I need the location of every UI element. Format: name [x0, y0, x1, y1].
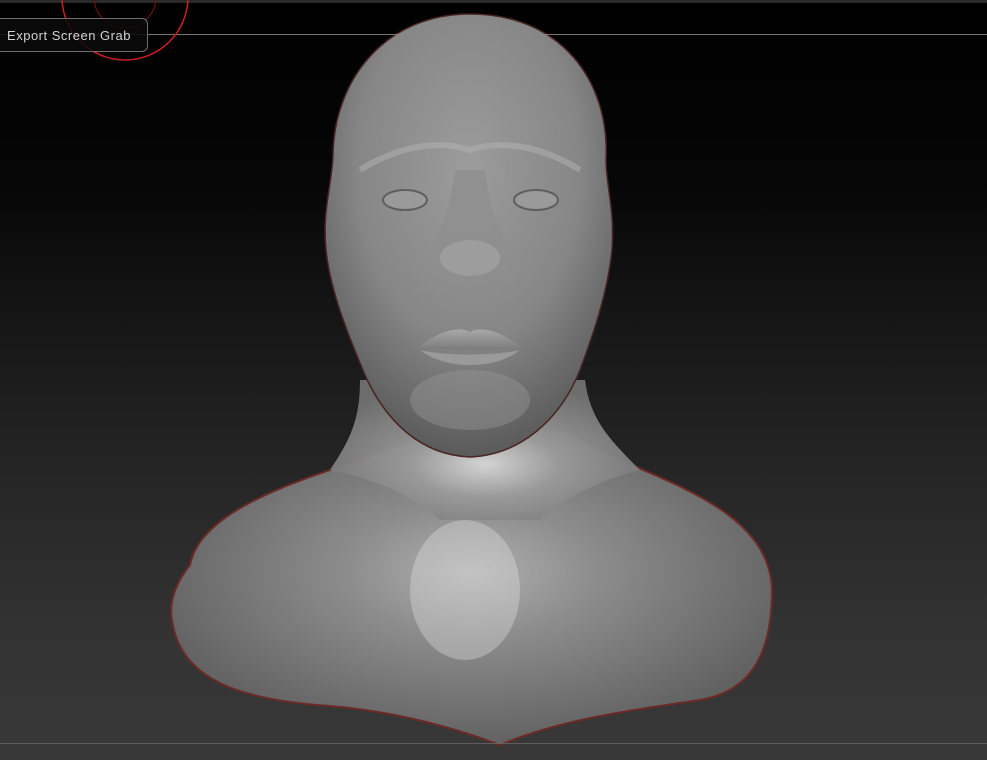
document-canvas[interactable]: Export Screen Grab [0, 0, 987, 760]
canvas-guide-line-bottom [0, 743, 987, 744]
chin [410, 370, 530, 430]
left-eye [382, 189, 428, 211]
right-eye [513, 189, 559, 211]
sculpt-model-bust[interactable] [0, 0, 987, 760]
neck-highlight [410, 520, 520, 660]
nose-tip [440, 240, 500, 276]
export-screen-grab-button[interactable]: Export Screen Grab [0, 18, 148, 52]
